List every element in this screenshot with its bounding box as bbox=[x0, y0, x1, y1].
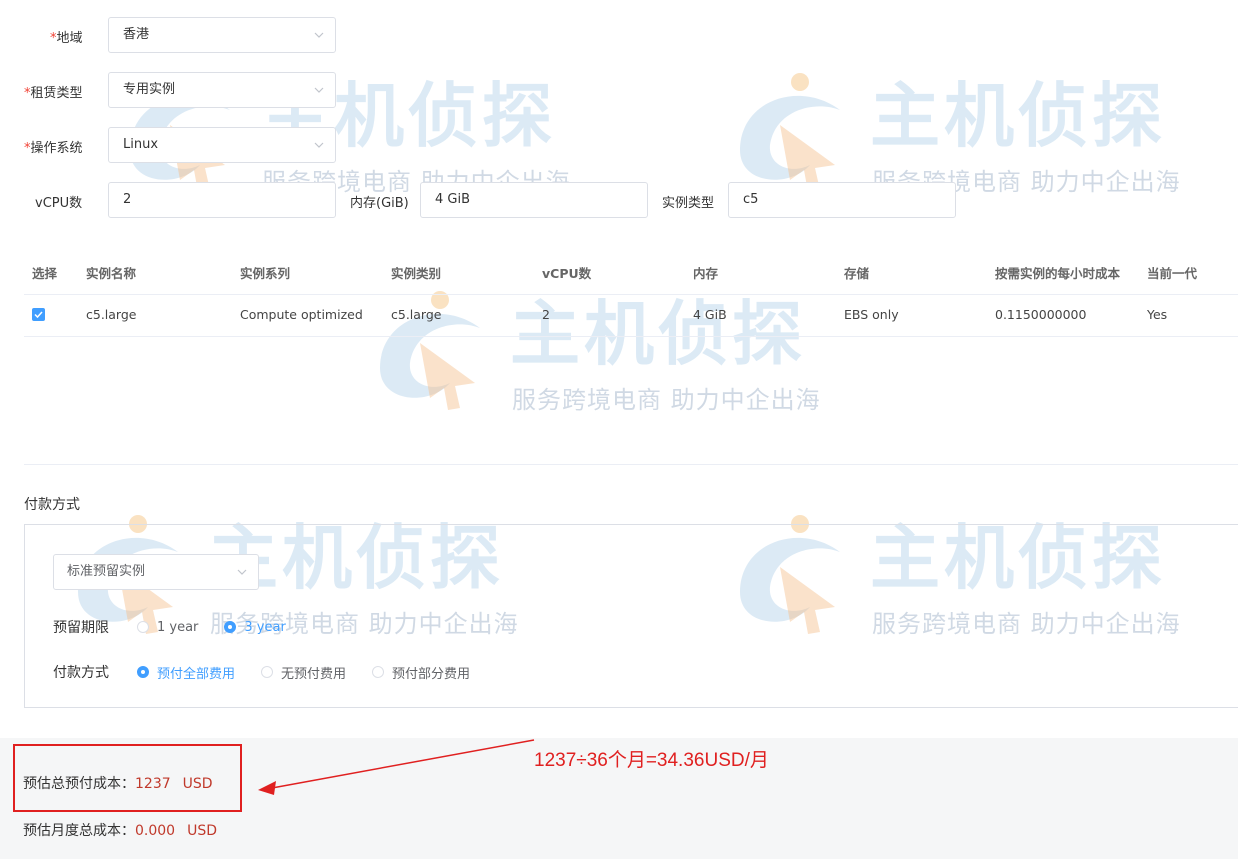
annotation-text: 1237÷36个月=34.36USD/月 bbox=[534, 750, 769, 771]
annotation-arrow-icon bbox=[258, 739, 535, 795]
